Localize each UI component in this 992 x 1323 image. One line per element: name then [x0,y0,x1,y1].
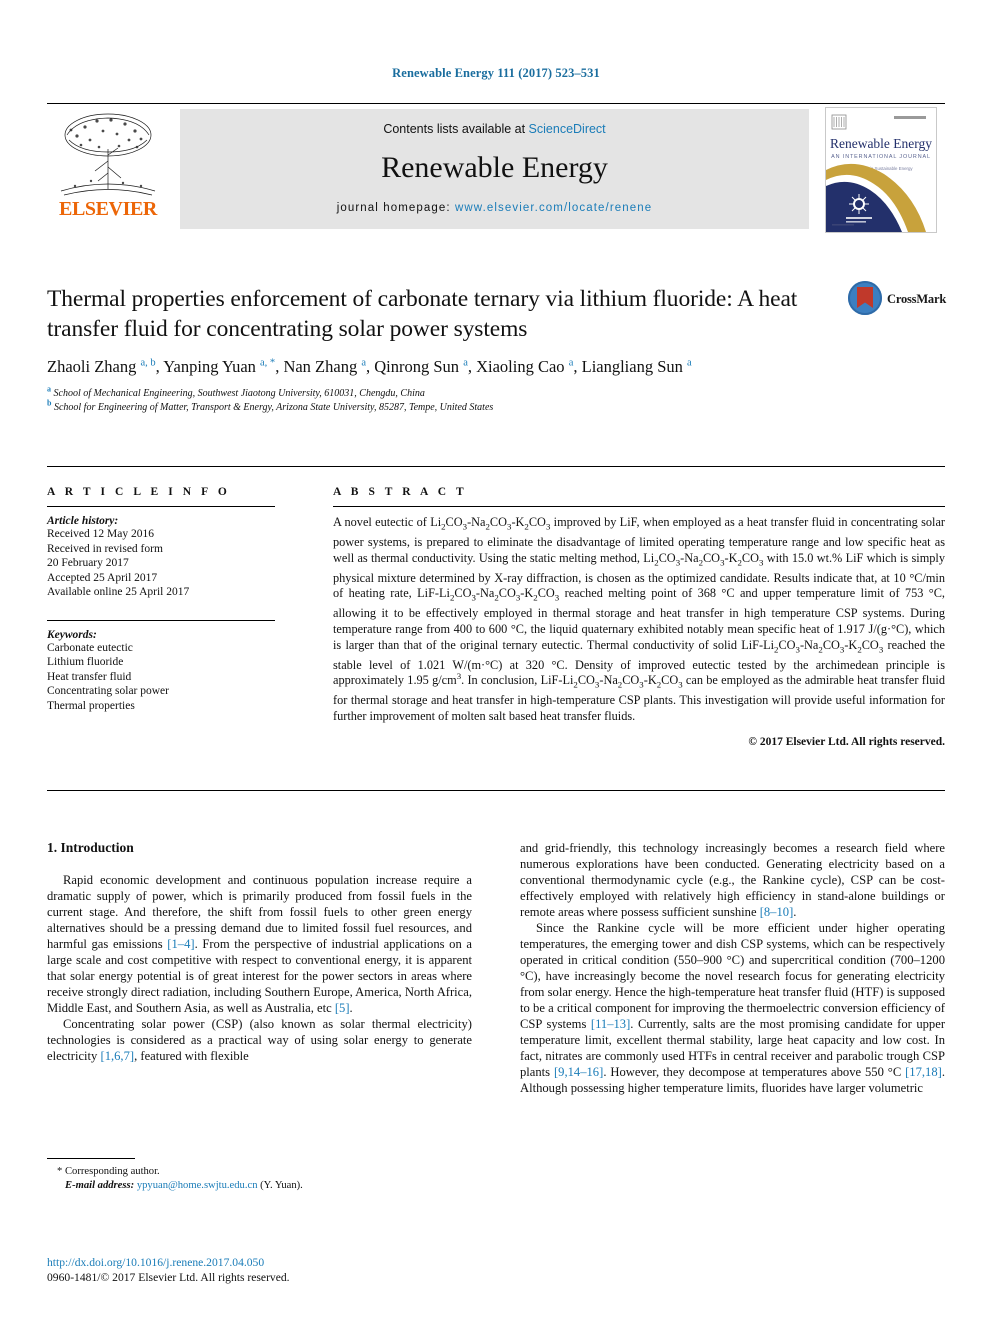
email-suffix: (Y. Yuan). [260,1180,303,1191]
doi-link[interactable]: http://dx.doi.org/10.1016/j.renene.2017.… [47,1255,472,1270]
homepage-label: journal homepage: [336,202,455,214]
keyword-item: Thermal properties [47,699,135,712]
keywords-rule [47,619,275,621]
cover-artwork: Renewable Energy AN INTERNATIONAL JOURNA… [826,108,936,232]
issn-copyright-line: 0960-1481/© 2017 Elsevier Ltd. All right… [47,1271,290,1284]
abstract-copyright: © 2017 Elsevier Ltd. All rights reserved… [748,736,945,749]
abstract-column: A B S T R A C T A novel eutectic of Li2C… [333,486,945,748]
keyword-item: Concentrating solar power [47,685,169,697]
journal-homepage-line: journal homepage: www.elsevier.com/locat… [180,202,809,214]
history-item: Received in revised form [47,542,163,555]
history-item: Received 12 May 2016 [47,528,154,540]
affiliation-b-text: School for Engineering of Matter, Transp… [53,401,494,413]
elsevier-tree-icon [60,113,156,196]
crossmark-badge-group[interactable]: CrossMark [848,281,947,317]
article-history-list: Received 12 May 2016 Received in revised… [47,527,275,600]
crossmark-icon [848,281,882,315]
masthead-top-rule [47,103,945,104]
elsevier-wordmark: ELSEVIER [59,198,157,220]
paragraph: and grid-friendly, this technology incre… [520,841,945,919]
paragraph: Rapid economic development and continuou… [47,873,473,1015]
elsevier-logo: ELSEVIER [49,109,167,229]
corresponding-author-footnote: * Corresponding author. E-mail address: … [47,1158,472,1193]
article-first-page: Renewable Energy 111 (2017) 523–531 ELSE… [0,0,992,1323]
body-column-left: 1. Introduction Rapid economic developme… [47,840,472,1064]
history-item: Available online 25 April 2017 [47,586,190,598]
affiliation-a: a School of Mechanical Engineering, Sout… [47,384,425,399]
keywords-list: Carbonate eutectic Lithium fluoride Heat… [47,641,275,714]
keyword-item: Carbonate eutectic [47,641,133,654]
paragraph: Concentrating solar power (CSP) (also kn… [47,1017,472,1063]
contents-available-line: Contents lists available at ScienceDirec… [180,122,809,136]
keywords-label: Keywords: [47,628,97,641]
article-info-heading: A R T I C L E I N F O [47,486,231,498]
keyword-item: Lithium fluoride [47,656,124,668]
abstract-rule [333,506,945,507]
history-item: 20 February 2017 [47,557,129,569]
author-list: Zhaoli Zhang a, b, Yanping Yuan a, *, Na… [47,357,692,376]
crossmark-label: CrossMark [887,292,947,306]
svg-text:AN INTERNATIONAL JOURNAL: AN INTERNATIONAL JOURNAL [831,154,931,160]
body-column-right: and grid-friendly, this technology incre… [520,840,945,1096]
page-title: Thermal properties enforcement of carbon… [47,286,798,342]
paragraph: Since the Rankine cycle will be more eff… [520,921,946,1095]
doi-block: http://dx.doi.org/10.1016/j.renene.2017.… [47,1255,472,1285]
affiliations: a School of Mechanical Engineering, Sout… [47,384,837,414]
homepage-url-link[interactable]: www.elsevier.com/locate/renene [455,202,652,214]
abstract-top-rule [47,466,945,467]
history-item: Accepted 25 April 2017 [47,571,158,584]
email-link[interactable]: ypyuan@home.swjtu.edu.cn [137,1180,258,1191]
section-heading-introduction: 1. Introduction [47,840,134,855]
affiliation-a-text: School of Mechanical Engineering, Southw… [53,388,425,399]
email-label: E-mail address: [65,1180,135,1191]
footnote-divider [47,1158,135,1159]
article-info-column: A R T I C L E I N F O Article history: R… [47,486,275,713]
corresponding-author-line: * Corresponding author. [47,1165,472,1179]
affiliation-b: b School for Engineering of Matter, Tran… [47,398,494,413]
title-block: Thermal properties enforcement of carbon… [47,284,837,414]
running-head: Renewable Energy 111 (2017) 523–531 [392,66,600,80]
sciencedirect-link[interactable]: ScienceDirect [529,122,606,136]
journal-cover-thumbnail: Renewable Energy AN INTERNATIONAL JOURNA… [825,107,937,233]
keyword-item: Heat transfer fluid [47,670,132,683]
abstract-text: A novel eutectic of Li2CO3-Na2CO3-K2CO3 … [333,515,945,723]
corresponding-marker: * [57,1166,63,1177]
journal-title: Renewable Energy [381,151,608,184]
journal-masthead: ELSEVIER Contents lists available at Sci… [47,103,945,233]
masthead-banner: Contents lists available at ScienceDirec… [180,109,809,229]
abstract-bottom-rule [47,790,945,791]
svg-text:Renewable Energy: Renewable Energy [830,136,932,151]
article-history-label: Article history: [47,515,119,527]
corresponding-author-label: Corresponding author. [64,1166,160,1177]
abstract-heading: A B S T R A C T [333,486,468,498]
contents-prefix: Contents lists available at [383,122,529,136]
article-info-rule [47,506,275,507]
email-line: E-mail address: ypyuan@home.swjtu.edu.cn… [47,1179,472,1193]
